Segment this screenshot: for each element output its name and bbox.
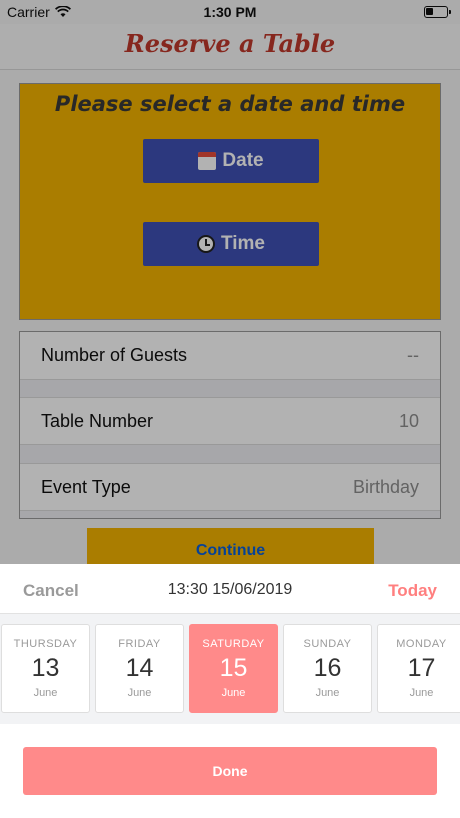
day-weekday: SATURDAY — [202, 638, 265, 650]
day-month: June — [221, 687, 246, 699]
day-month: June — [33, 687, 58, 699]
day-card-13[interactable]: THURSDAY 13 June — [1, 624, 90, 713]
day-month: June — [315, 687, 340, 699]
day-weekday: THURSDAY — [13, 638, 78, 650]
day-number: 17 — [407, 654, 436, 682]
day-month: June — [409, 687, 434, 699]
day-card-14[interactable]: FRIDAY 14 June — [95, 624, 184, 713]
day-weekday: FRIDAY — [118, 638, 161, 650]
today-button[interactable]: Today — [388, 581, 437, 601]
day-number: 16 — [313, 654, 342, 682]
day-month: June — [127, 687, 152, 699]
day-weekday: SUNDAY — [303, 638, 352, 650]
day-weekday: MONDAY — [396, 638, 447, 650]
day-number: 15 — [219, 654, 248, 682]
day-selector[interactable]: THURSDAY 13 June FRIDAY 14 June SATURDAY… — [0, 614, 460, 724]
day-card-17[interactable]: MONDAY 17 June — [377, 624, 460, 713]
day-card-15-selected[interactable]: SATURDAY 15 June — [189, 624, 278, 713]
done-button[interactable]: Done — [23, 747, 437, 795]
picker-header: Cancel 13:30 15/06/2019 Today — [0, 564, 460, 614]
day-number: 14 — [125, 654, 154, 682]
day-number: 13 — [31, 654, 60, 682]
date-picker-sheet: Cancel 13:30 15/06/2019 Today THURSDAY 1… — [0, 564, 460, 818]
day-card-16[interactable]: SUNDAY 16 June — [283, 624, 372, 713]
